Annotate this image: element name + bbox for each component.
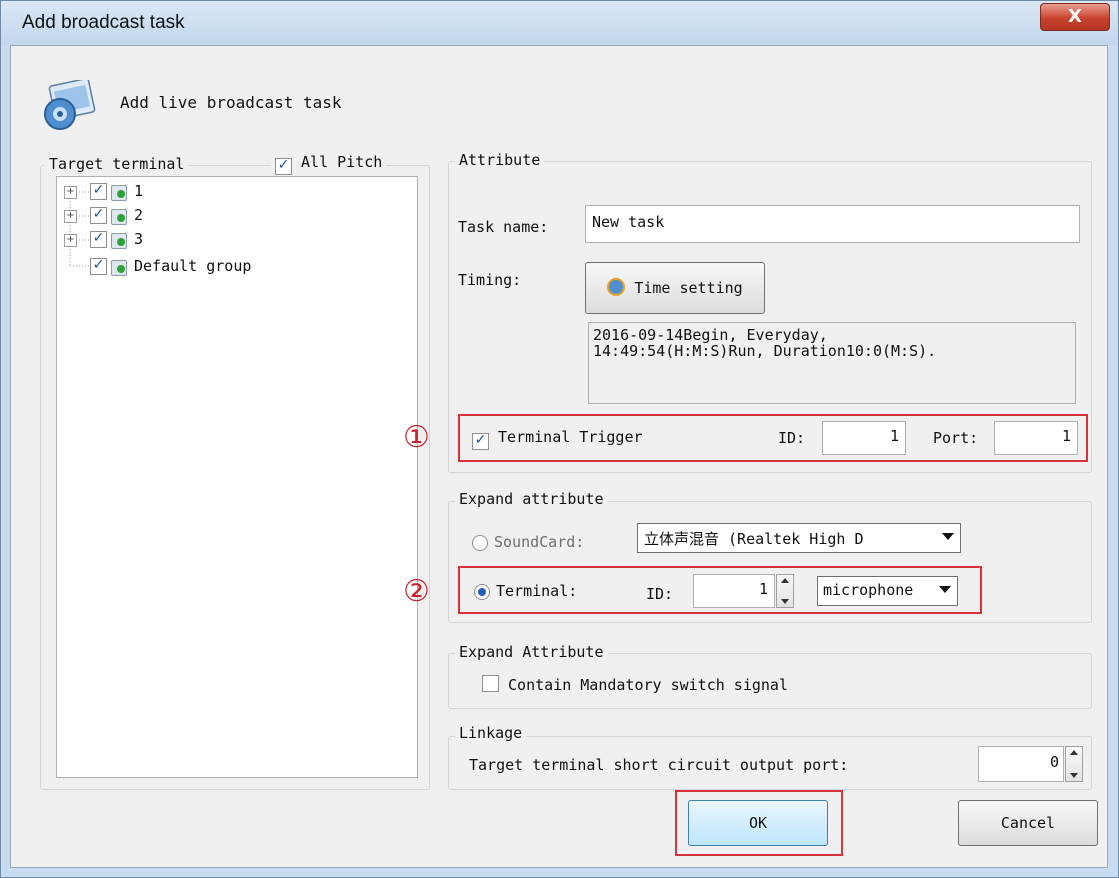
- expand-icon[interactable]: +: [64, 234, 77, 247]
- timing-info-line2: 14:49:54(H:M:S)Run, Duration10:0(M:S).: [593, 342, 937, 360]
- trigger-id-input[interactable]: 1: [822, 421, 906, 455]
- time-setting-label: Time setting: [634, 279, 743, 297]
- terminal-id-input[interactable]: 1: [693, 574, 775, 608]
- timing-label: Timing:: [458, 271, 522, 289]
- terminal-node-icon: [111, 185, 127, 201]
- tree-item-checkbox[interactable]: [90, 231, 107, 248]
- timing-info-line1: 2016-09-14Begin, Everyday,: [593, 326, 828, 344]
- trigger-port-label: Port:: [933, 429, 979, 447]
- terminal-node-icon: [111, 233, 127, 249]
- task-name-label: Task name:: [458, 218, 549, 236]
- window-title: Add broadcast task: [22, 12, 185, 33]
- terminal-node-icon: [111, 209, 127, 225]
- terminal-node-icon: [111, 260, 127, 276]
- linkage-port-input[interactable]: 0: [978, 746, 1064, 782]
- tree-item-3[interactable]: + 3: [64, 230, 364, 254]
- soundcard-label: SoundCard:: [494, 533, 585, 551]
- tree-item-label: 2: [134, 206, 144, 224]
- terminal-source-select[interactable]: microphone: [817, 576, 958, 606]
- terminal-id-value: 1: [758, 580, 768, 598]
- trigger-id-value: 1: [889, 427, 899, 445]
- marker-2: ②: [403, 574, 430, 609]
- linkage-port-label: Target terminal short circuit output por…: [469, 756, 849, 774]
- task-name-value: New task: [592, 213, 665, 231]
- header-title: Add live broadcast task: [120, 93, 342, 112]
- time-setting-button[interactable]: Time setting: [585, 262, 765, 314]
- tree-item-label: Default group: [134, 257, 252, 275]
- clock-icon: [607, 278, 626, 296]
- target-terminal-label: Target terminal: [45, 155, 189, 173]
- spin-down-icon[interactable]: [781, 599, 789, 604]
- marker-1: ①: [403, 420, 430, 455]
- tree-item-label: 1: [134, 182, 144, 200]
- terminal-radio[interactable]: Terminal:: [474, 582, 577, 600]
- mandatory-switch-checkbox[interactable]: Contain Mandatory switch signal: [482, 675, 788, 694]
- spin-up-icon[interactable]: [781, 578, 789, 583]
- all-pitch-check-icon: [275, 158, 292, 175]
- all-pitch-label: All Pitch: [301, 153, 383, 171]
- trigger-port-input[interactable]: 1: [994, 421, 1078, 455]
- expand-attribute-title: Expand attribute: [455, 490, 608, 508]
- terminal-label: Terminal:: [496, 582, 578, 600]
- trigger-port-value: 1: [1061, 427, 1071, 445]
- terminal-id-label: ID:: [646, 585, 674, 603]
- terminal-trigger-check-icon: [472, 433, 489, 450]
- task-name-input[interactable]: New task: [585, 205, 1080, 243]
- expand-attribute2-title: Expand Attribute: [455, 643, 608, 661]
- expand-icon[interactable]: +: [64, 186, 77, 199]
- soundcard-radio[interactable]: SoundCard:: [472, 533, 584, 551]
- soundcard-radio-icon: [472, 535, 488, 551]
- linkage-port-spinner[interactable]: [1065, 746, 1083, 782]
- tree-item-2[interactable]: + 2: [64, 206, 364, 230]
- soundcard-select-value: 立体声混音 (Realtek High D: [644, 530, 864, 548]
- terminal-id-spinner[interactable]: [776, 574, 794, 608]
- tree-item-default-group[interactable]: Default group: [64, 257, 364, 281]
- broadcast-task-icon: [38, 78, 100, 132]
- chevron-down-icon: [939, 586, 951, 593]
- linkage-port-value: 0: [1049, 753, 1059, 771]
- linkage-title: Linkage: [455, 724, 527, 742]
- all-pitch-checkbox[interactable]: All Pitch: [271, 153, 387, 175]
- close-button[interactable]: X: [1040, 3, 1110, 31]
- mandatory-check-icon: [482, 675, 499, 692]
- spin-up-icon[interactable]: [1070, 750, 1078, 755]
- terminal-trigger-label: Terminal Trigger: [498, 428, 643, 446]
- cancel-button[interactable]: Cancel: [958, 800, 1098, 846]
- timing-info-box: 2016-09-14Begin, Everyday, 14:49:54(H:M:…: [588, 322, 1076, 404]
- spin-down-icon[interactable]: [1070, 773, 1078, 778]
- mandatory-label: Contain Mandatory switch signal: [508, 676, 788, 694]
- tree-item-checkbox[interactable]: [90, 183, 107, 200]
- tree-item-label: 3: [134, 230, 144, 248]
- attribute-title: Attribute: [455, 151, 545, 169]
- ok-button[interactable]: OK: [688, 800, 828, 846]
- soundcard-select[interactable]: 立体声混音 (Realtek High D: [637, 523, 961, 553]
- terminal-radio-icon: [474, 584, 490, 600]
- chevron-down-icon: [942, 533, 954, 540]
- tree-item-checkbox[interactable]: [90, 207, 107, 224]
- expand-icon[interactable]: +: [64, 210, 77, 223]
- tree-item-1[interactable]: + 1: [64, 182, 364, 206]
- terminal-source-value: microphone: [823, 581, 914, 599]
- trigger-id-label: ID:: [778, 429, 806, 447]
- terminal-trigger-checkbox[interactable]: Terminal Trigger: [472, 428, 643, 450]
- tree-item-checkbox[interactable]: [90, 258, 107, 275]
